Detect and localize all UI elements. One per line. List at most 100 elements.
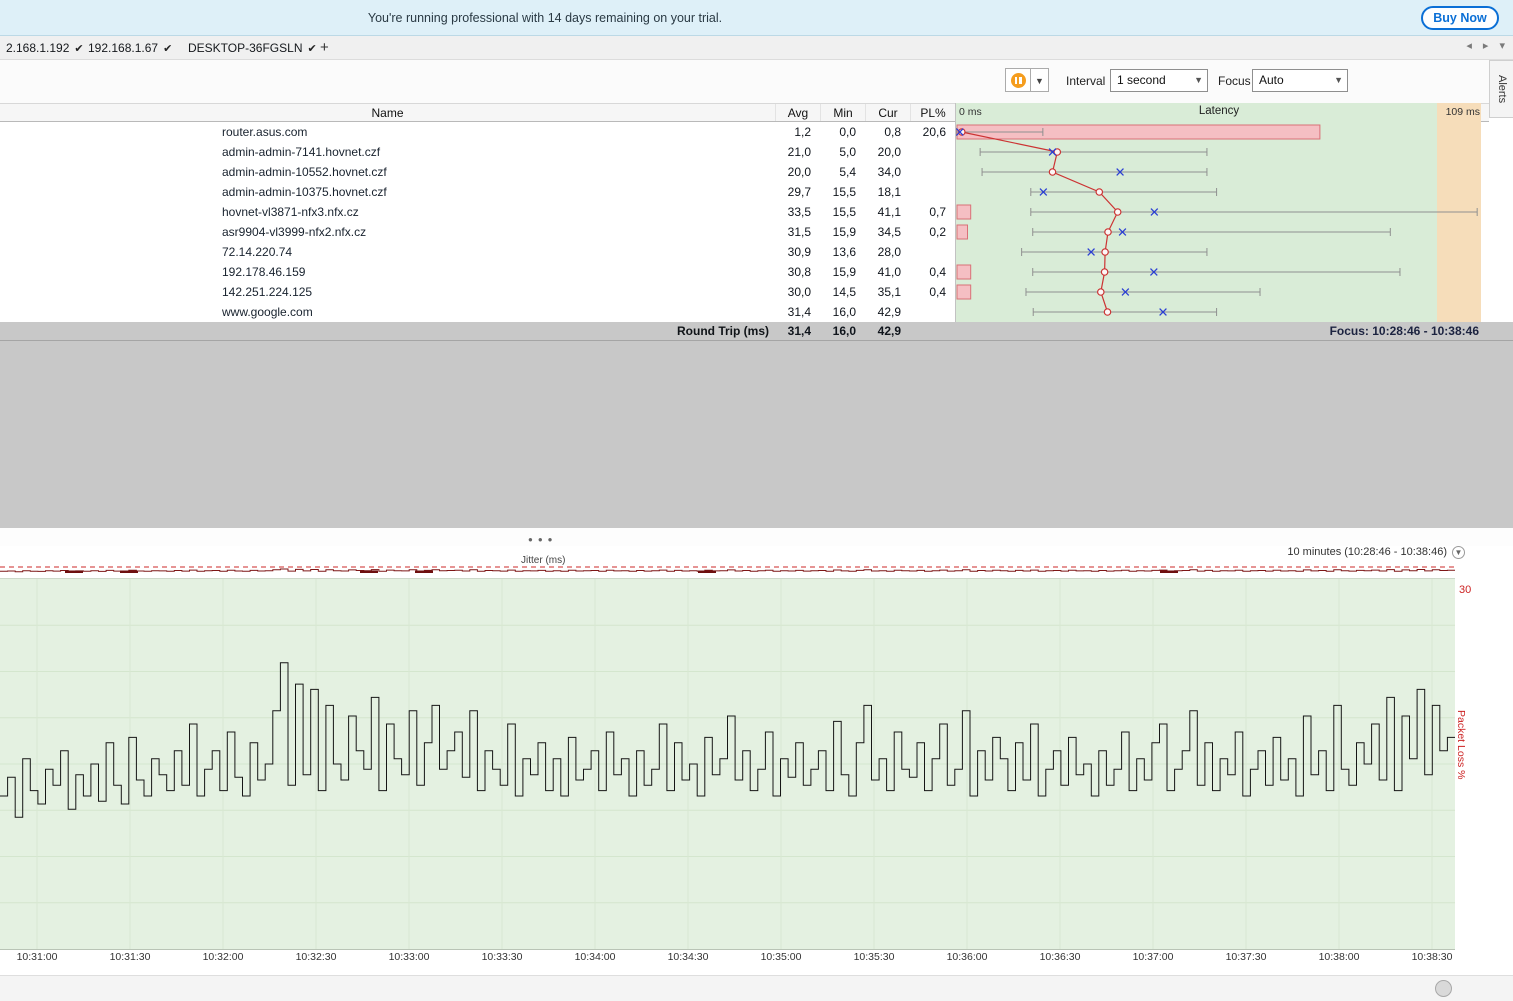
trace-toolbar: ▼ Interval 1 second ▼ Focus Auto ▼ 100ms… [0, 60, 1489, 103]
hop-avg: 20,0 [775, 162, 820, 182]
hop-min: 5,0 [820, 142, 865, 162]
pause-icon [1011, 73, 1026, 88]
hop-packet-loss: 0,7 [910, 202, 955, 222]
focus-range-text: Focus: 10:28:46 - 10:38:46 [1330, 322, 1479, 341]
x-axis-tick-label: 10:36:00 [939, 951, 995, 963]
table-row[interactable]: admin-admin-10552.hovnet.czf20,05,434,0 [0, 162, 955, 182]
latency-chart [956, 122, 1482, 322]
round-trip-avg: 31,4 [775, 322, 820, 340]
jitter-label: Jitter (ms) [518, 555, 568, 566]
hop-name: www.google.com [0, 302, 775, 322]
latency-graph-column[interactable]: 0 ms Latency 109 ms [955, 103, 1481, 322]
add-target-tab-button[interactable]: + [314, 36, 335, 60]
hop-min: 16,0 [820, 302, 865, 322]
x-axis-tick-label: 10:35:00 [753, 951, 809, 963]
tab-target-1[interactable]: 2.168.1.192✔ [0, 36, 90, 60]
hop-cur: 0,8 [865, 122, 910, 142]
timeline-chart [0, 579, 1455, 949]
hop-min: 13,6 [820, 242, 865, 262]
focus-label: Focus [1218, 74, 1251, 88]
hop-avg: 31,4 [775, 302, 820, 322]
hop-cur: 42,9 [865, 302, 910, 322]
x-axis-tick-label: 10:36:30 [1032, 951, 1088, 963]
hop-packet-loss: 0,2 [910, 222, 955, 242]
buy-now-button[interactable]: Buy Now [1421, 6, 1499, 30]
timeline-scrollbar[interactable] [0, 975, 1513, 1001]
hop-min: 5,4 [820, 162, 865, 182]
hop-name: admin-admin-10375.hovnet.czf [0, 182, 775, 202]
x-axis-tick-label: 10:33:30 [474, 951, 530, 963]
x-axis-tick-label: 10:31:00 [9, 951, 65, 963]
x-axis-tick-label: 10:34:00 [567, 951, 623, 963]
round-trip-cur: 42,9 [865, 322, 910, 340]
splitter-grip-icon: ●●● [528, 535, 558, 544]
pause-button[interactable] [1005, 68, 1031, 92]
hop-packet-loss [910, 182, 955, 202]
table-row[interactable]: 142.251.224.12530,014,535,10,4 [0, 282, 955, 302]
interval-select[interactable]: 1 second ▼ [1110, 69, 1208, 92]
packet-loss-axis-label: Packet Loss % [1455, 710, 1467, 779]
hop-packet-loss [910, 302, 955, 322]
interval-value: 1 second [1117, 73, 1166, 87]
check-icon: ✔ [163, 43, 172, 55]
table-row[interactable]: admin-admin-7141.hovnet.czf21,05,020,0 [0, 142, 955, 162]
focus-select[interactable]: Auto ▼ [1252, 69, 1348, 92]
hop-cur: 28,0 [865, 242, 910, 262]
pane-splitter[interactable]: ●●● [0, 528, 1513, 546]
x-axis-tick-label: 10:32:00 [195, 951, 251, 963]
table-row[interactable]: 72.14.220.7430,913,628,0 [0, 242, 955, 262]
col-header-avg[interactable]: Avg [775, 104, 820, 121]
round-trip-min: 16,0 [820, 322, 865, 340]
latency-graph-header: 0 ms Latency 109 ms [956, 103, 1482, 122]
x-axis-tick-label: 10:34:30 [660, 951, 716, 963]
hop-min: 0,0 [820, 122, 865, 142]
pause-dropdown-button[interactable]: ▼ [1031, 68, 1049, 92]
hop-avg: 30,9 [775, 242, 820, 262]
table-row[interactable]: router.asus.com1,20,00,820,6 [0, 122, 955, 142]
hop-packet-loss [910, 142, 955, 162]
x-axis-tick-label: 10:37:30 [1218, 951, 1274, 963]
timeline-collapse-button[interactable]: ▼ [1452, 546, 1465, 559]
hop-avg: 31,5 [775, 222, 820, 242]
hop-name: admin-admin-7141.hovnet.czf [0, 142, 775, 162]
tab-label: 192.168.1.67 [88, 41, 158, 55]
x-axis-tick-label: 10:38:00 [1311, 951, 1367, 963]
x-axis-tick-label: 10:38:30 [1404, 951, 1460, 963]
hop-name: 72.14.220.74 [0, 242, 775, 262]
tab-scroll-arrows[interactable]: ◂ ▸ ▾ [1466, 39, 1509, 52]
table-row[interactable]: asr9904-vl3999-nfx2.nfx.cz31,515,934,50,… [0, 222, 955, 242]
latency-axis-max: 109 ms [1446, 106, 1480, 118]
pingplotter-window: You're running professional with 14 days… [0, 0, 1513, 1001]
table-row[interactable]: hovnet-vl3871-nfx3.nfx.cz33,515,541,10,7 [0, 202, 955, 222]
x-axis-tick-label: 10:32:30 [288, 951, 344, 963]
col-header-min[interactable]: Min [820, 104, 865, 121]
hop-min: 15,5 [820, 202, 865, 222]
chevron-down-icon: ▼ [1334, 70, 1343, 91]
col-header-pl[interactable]: PL% [910, 104, 955, 121]
hop-name: router.asus.com [0, 122, 775, 142]
scrollbar-thumb[interactable] [1435, 980, 1452, 997]
hop-cur: 34,5 [865, 222, 910, 242]
hop-min: 15,9 [820, 222, 865, 242]
alerts-side-tab[interactable]: Alerts [1489, 60, 1513, 118]
hop-cur: 35,1 [865, 282, 910, 302]
tab-target-2[interactable]: 192.168.1.67 ✔ [82, 36, 178, 60]
hop-name: 192.178.46.159 [0, 262, 775, 282]
table-row[interactable]: www.google.com31,416,042,9 [0, 302, 955, 322]
round-trip-row[interactable]: Round Trip (ms) 31,4 16,0 42,9 Focus: 10… [0, 322, 1513, 341]
col-header-name[interactable]: Name [0, 104, 775, 121]
timeline-x-axis: 10:31:0010:31:3010:32:0010:32:3010:33:00… [0, 951, 1455, 966]
timeline-range-label: 10 minutes (10:28:46 - 10:38:46) [1287, 546, 1447, 558]
tab-target-3[interactable]: DESKTOP-36FGSLN✔ [182, 36, 323, 60]
tab-label: 2.168.1.192 [6, 41, 69, 55]
hop-name: asr9904-vl3999-nfx2.nfx.cz [0, 222, 775, 242]
table-row[interactable]: 192.178.46.15930,815,941,00,4 [0, 262, 955, 282]
trial-banner-text: You're running professional with 14 days… [0, 0, 1090, 36]
timeline-header: 10 minutes (10:28:46 - 10:38:46) ▼ [0, 546, 1513, 560]
table-row[interactable]: admin-admin-10375.hovnet.czf29,715,518,1 [0, 182, 955, 202]
timeline-graph[interactable] [0, 578, 1455, 950]
jitter-strip[interactable]: Jitter (ms) [0, 560, 1455, 578]
hop-packet-loss [910, 162, 955, 182]
hop-min: 14,5 [820, 282, 865, 302]
col-header-cur[interactable]: Cur [865, 104, 910, 121]
